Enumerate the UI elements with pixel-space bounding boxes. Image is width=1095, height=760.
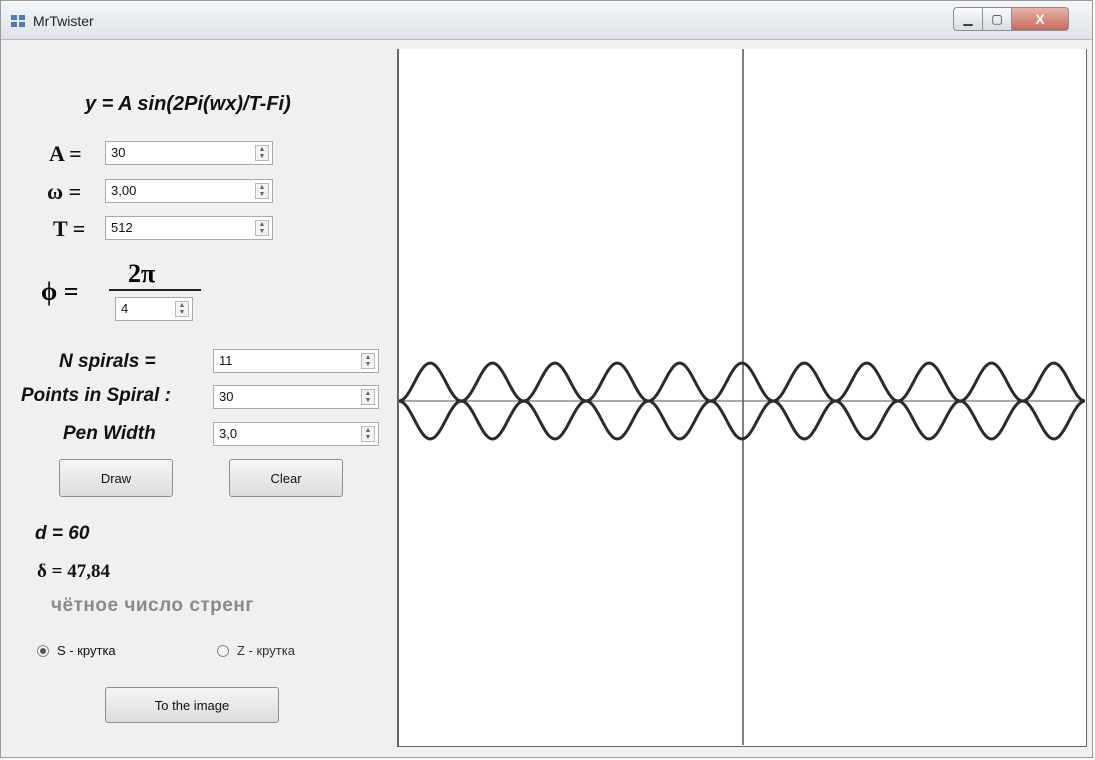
d-result: d = 60 <box>35 523 90 544</box>
n-spirals-input[interactable]: 11 ▲ ▼ <box>213 349 379 373</box>
t-label: T = <box>53 216 86 241</box>
points-in-spiral-input[interactable]: 30 ▲ ▼ <box>213 385 379 409</box>
t-value: 512 <box>111 220 133 235</box>
clear-button[interactable]: Clear <box>229 459 343 497</box>
window-title: MrTwister <box>33 13 94 29</box>
omega-input[interactable]: 3,00 ▲ ▼ <box>105 179 273 203</box>
formula-label: y = A sin(2Pi(wx)/T-Fi) <box>85 93 291 115</box>
z-twist-label: Z - крутка <box>237 643 295 658</box>
a-input[interactable]: 30 ▲ ▼ <box>105 141 273 165</box>
phi-denominator-value: 4 <box>121 301 129 316</box>
radio-selected-icon <box>37 644 49 657</box>
spinner-arrows-icon[interactable]: ▲ ▼ <box>255 220 269 236</box>
to-image-button[interactable]: To the image <box>105 687 279 723</box>
radio-unselected-icon <box>217 644 229 657</box>
pen-width-label: Pen Width <box>63 423 156 444</box>
points-in-spiral-label: Points in Spiral : <box>21 385 171 406</box>
phi-denominator-input[interactable]: 4 ▲ ▼ <box>115 297 193 321</box>
s-twist-label: S - крутка <box>57 643 116 658</box>
spiral-strand-1 <box>399 361 1085 403</box>
draw-button[interactable]: Draw <box>59 459 173 497</box>
omega-value: 3,00 <box>111 183 137 198</box>
phi-numerator: 2π <box>128 259 156 288</box>
spinner-arrows-icon[interactable]: ▲ ▼ <box>361 426 375 442</box>
pen-width-input[interactable]: 3,0 ▲ ▼ <box>213 422 379 446</box>
spiral-strand-2 <box>399 399 1085 441</box>
title-bar: MrTwister ▁ ▢ X <box>1 1 1092 40</box>
phi-label: ϕ = <box>41 277 79 306</box>
omega-label: ω = <box>47 179 82 204</box>
maximize-icon: ▢ <box>991 12 1003 26</box>
minimize-icon: ▁ <box>963 12 973 26</box>
n-spirals-value: 11 <box>219 353 233 368</box>
pen-width-value: 3,0 <box>219 426 238 441</box>
spinner-arrows-icon[interactable]: ▲ ▼ <box>255 145 269 161</box>
points-in-spiral-value: 30 <box>219 389 234 404</box>
control-panel: y = A sin(2Pi(wx)/T-Fi) A = 30 ▲ ▼ ω = 3,… <box>7 45 395 749</box>
a-label: A = <box>49 141 82 166</box>
close-icon: X <box>1035 11 1045 27</box>
app-window: MrTwister ▁ ▢ X y = A sin(2Pi(wx)/T-Fi) … <box>0 0 1093 758</box>
n-spirals-label: N spirals = <box>59 351 156 372</box>
spiral-plot <box>399 49 1085 745</box>
spinner-arrows-icon[interactable]: ▲ ▼ <box>361 353 375 369</box>
app-icon <box>11 15 25 27</box>
plot-canvas[interactable] <box>397 49 1087 747</box>
fraction-line <box>109 289 201 291</box>
spinner-arrows-icon[interactable]: ▲ ▼ <box>175 301 189 317</box>
z-twist-radio[interactable]: Z - крутка <box>217 643 295 658</box>
close-button[interactable]: X <box>1011 7 1069 31</box>
minimize-button[interactable]: ▁ <box>953 7 983 31</box>
parity-status: чётное число стренг <box>51 595 254 616</box>
s-twist-radio[interactable]: S - крутка <box>37 643 116 658</box>
maximize-button[interactable]: ▢ <box>982 7 1012 31</box>
a-value: 30 <box>111 145 126 160</box>
delta-result: δ = 47,84 <box>37 561 110 582</box>
spinner-arrows-icon[interactable]: ▲ ▼ <box>255 183 269 199</box>
t-input[interactable]: 512 ▲ ▼ <box>105 216 273 240</box>
spinner-arrows-icon[interactable]: ▲ ▼ <box>361 389 375 405</box>
